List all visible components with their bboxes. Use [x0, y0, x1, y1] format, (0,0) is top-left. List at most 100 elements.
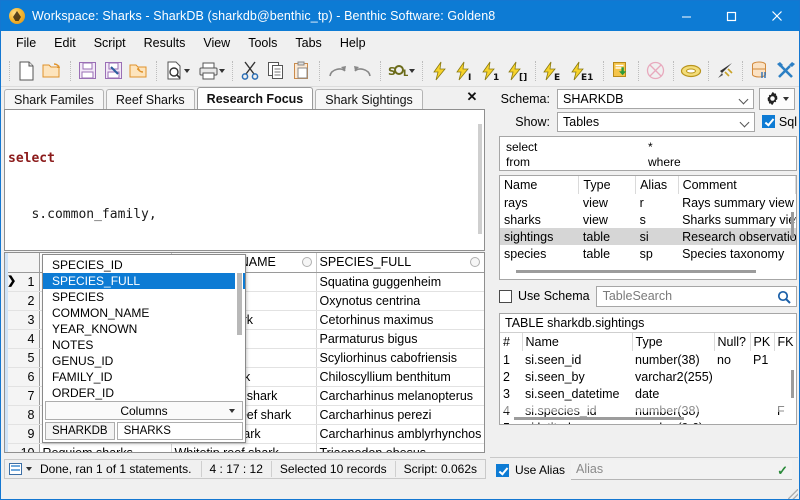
cell-common-family[interactable]: Requiem sharks [39, 443, 172, 452]
execute-e-icon[interactable]: E [540, 58, 566, 84]
grid-corner[interactable] [5, 253, 40, 273]
detail-pk[interactable] [750, 368, 774, 385]
object-list[interactable]: Name Type Alias Comment rays view r Rays su… [499, 175, 797, 280]
object-alias[interactable]: sp [636, 245, 679, 262]
object-col-name[interactable]: Name [500, 176, 580, 194]
clear-icon[interactable] [713, 58, 739, 84]
detail-fk[interactable] [774, 419, 796, 424]
filter-circle-icon[interactable] [301, 257, 312, 267]
autocomplete-category-dropdown[interactable]: Columns [45, 401, 243, 420]
commit-icon[interactable] [608, 58, 634, 84]
detail-row[interactable]: 1 si.seen_id number(38) no P1 [500, 351, 796, 368]
object-name[interactable]: species [500, 245, 579, 262]
detail-name[interactable]: si.seen_id [522, 351, 632, 368]
detail-col-name[interactable]: Name [522, 333, 633, 351]
sql-editor[interactable]: select s.common_family, s.common_name, s… [4, 109, 485, 251]
detail-pk[interactable]: P1 [750, 351, 774, 368]
execute-i-icon[interactable]: I [453, 58, 479, 84]
rollback-icon[interactable] [643, 58, 669, 84]
autocomplete-list[interactable]: SPECIES_ID SPECIES_FULL SPECIES COMMON_NAME… [43, 255, 245, 400]
object-col-comment[interactable]: Comment [678, 176, 796, 194]
autocomplete-schema-button[interactable]: SHARKDB [45, 422, 115, 440]
object-name[interactable]: rays [500, 194, 579, 211]
chevron-down-icon[interactable] [229, 409, 235, 413]
detail-pk[interactable] [750, 419, 774, 424]
settings-button[interactable] [759, 87, 795, 110]
editor-scrollbar[interactable] [478, 124, 482, 234]
autocomplete-item[interactable]: COMMON_NAME [43, 305, 245, 321]
detail-col-null[interactable]: Null? [714, 333, 751, 351]
cell-common-name[interactable]: Whitetip reef shark [171, 443, 317, 452]
open-file-icon[interactable] [40, 58, 66, 84]
detail-num[interactable]: 1 [500, 351, 522, 368]
save-as-icon[interactable] [101, 58, 127, 84]
autocomplete-table-button[interactable]: SHARKS [116, 422, 243, 440]
row-number[interactable]: 2 [5, 291, 40, 311]
autocomplete-item[interactable]: FAMILY_ID [43, 369, 245, 385]
detail-type[interactable]: number(38) [632, 351, 714, 368]
object-col-alias[interactable]: Alias [635, 176, 679, 194]
cell-species-full[interactable]: Cetorhinus maximus [316, 310, 484, 330]
detail-type[interactable]: date [632, 385, 714, 402]
tab-shark-sightings[interactable]: Shark Sightings [315, 89, 423, 109]
detail-name[interactable]: si.seen_by [522, 368, 632, 385]
detail-null[interactable] [714, 385, 750, 402]
minimize-button[interactable] [664, 1, 709, 31]
print-icon[interactable] [195, 58, 229, 84]
close-file-icon[interactable] [126, 58, 152, 84]
detail-num[interactable]: 3 [500, 385, 522, 402]
maximize-button[interactable] [709, 1, 754, 31]
autocomplete-item[interactable]: NOTES [43, 337, 245, 353]
object-detail-panel[interactable]: TABLE sharkdb.sightings # Name Type Null… [499, 313, 797, 425]
tab-reef-sharks[interactable]: Reef Sharks [105, 89, 195, 109]
menu-file[interactable]: File [7, 33, 45, 53]
database-tools-icon[interactable] [747, 58, 773, 84]
autocomplete-item[interactable]: YEAR_KNOWN [43, 321, 245, 337]
detail-null[interactable] [714, 368, 750, 385]
object-name[interactable]: sharks [500, 211, 579, 228]
object-name[interactable]: sightings [500, 228, 579, 245]
row-number[interactable]: 6 [5, 367, 40, 387]
options-icon[interactable] [773, 58, 799, 84]
row-number[interactable]: 10 [5, 443, 40, 452]
grid-icon[interactable] [9, 463, 22, 475]
cell-species-full[interactable]: Triaenodon obesus [316, 443, 484, 452]
row-number[interactable]: ❯ 1 [5, 272, 40, 292]
menu-tools[interactable]: Tools [239, 33, 286, 53]
detail-col-type[interactable]: Type [632, 333, 715, 351]
row-number[interactable]: 4 [5, 329, 40, 349]
autocomplete-popup[interactable]: SPECIES_ID SPECIES_FULL SPECIES COMMON_NAME… [42, 254, 246, 443]
cell-species-full[interactable]: Carcharhinus amblyrhynchos [316, 424, 484, 444]
object-alias[interactable]: si [635, 228, 679, 245]
new-file-icon[interactable] [14, 58, 40, 84]
detail-fk[interactable] [774, 351, 796, 368]
check-icon[interactable]: ✓ [777, 462, 788, 480]
execute-icon[interactable] [427, 58, 453, 84]
search-icon[interactable] [777, 290, 791, 310]
autocomplete-item[interactable]: SPECIES_ID [43, 257, 245, 273]
close-tab-icon[interactable]: ✕ [464, 89, 480, 105]
use-schema-checkbox[interactable] [499, 289, 512, 303]
execute-1-icon[interactable]: 1 [479, 58, 505, 84]
table-search-input[interactable]: TableSearch [595, 285, 797, 310]
detail-num[interactable]: 2 [500, 368, 522, 385]
detail-col-pk[interactable]: PK [750, 333, 775, 351]
sql-checkbox-wrap[interactable]: Sql [761, 115, 797, 129]
chevron-down-icon[interactable] [739, 117, 750, 127]
execute-brackets-icon[interactable]: [] [505, 58, 531, 84]
filter-circle-icon[interactable] [469, 257, 480, 267]
detail-type[interactable]: varchar2(255) [632, 368, 714, 385]
cell-species-full[interactable]: Scyliorhinus cabofriensis [316, 348, 484, 368]
table-row[interactable]: 10 Requiem sharks Whitetip reef shark Triae… [5, 443, 484, 452]
autocomplete-item[interactable]: SPECIES [43, 289, 245, 305]
detail-row[interactable]: 3 si.seen_datetime date [500, 385, 796, 402]
sql-tools-icon[interactable]: SL [385, 58, 419, 84]
chevron-down-icon[interactable] [184, 68, 191, 73]
column-header-species-full[interactable]: SPECIES_FULL [316, 253, 484, 273]
object-list-hscrollbar[interactable] [516, 270, 756, 273]
object-row[interactable]: sharks view s Sharks summary view [500, 211, 796, 228]
detail-hscrollbar[interactable] [514, 417, 684, 420]
cell-species-full[interactable]: Carcharhinus perezi [316, 405, 484, 425]
menu-help[interactable]: Help [331, 33, 375, 53]
menu-results[interactable]: Results [135, 33, 195, 53]
